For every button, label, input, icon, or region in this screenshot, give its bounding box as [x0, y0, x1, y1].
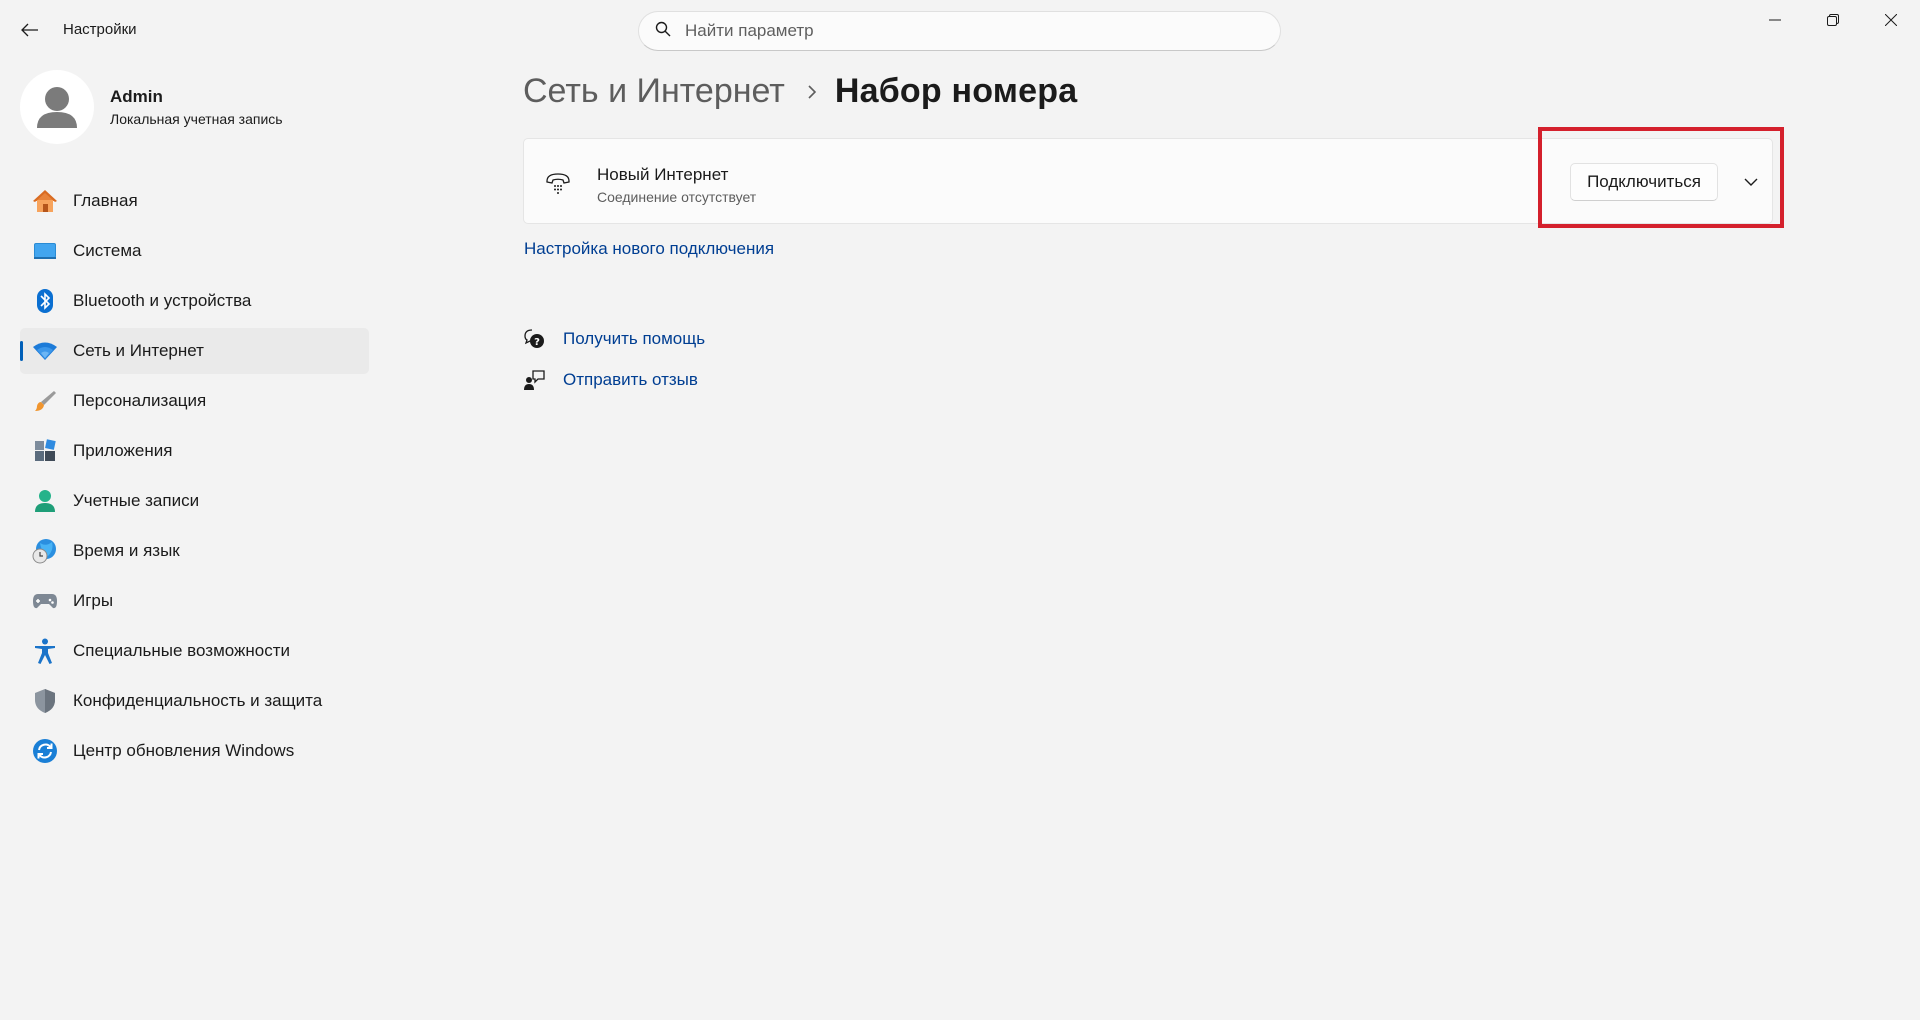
sidebar-item-accessibility[interactable]: Специальные возможности — [20, 628, 369, 674]
breadcrumb: Сеть и Интернет Набор номера — [523, 72, 1077, 111]
sidebar-item-label: Учетные записи — [73, 491, 200, 510]
get-help-link[interactable]: ? Получить помощь — [523, 328, 705, 350]
user-profile[interactable]: Admin Локальная учетная запись — [20, 70, 283, 144]
paintbrush-icon — [32, 388, 58, 414]
sidebar-item-personalization[interactable]: Персонализация — [20, 378, 369, 424]
profile-account-type: Локальная учетная запись — [110, 111, 283, 127]
page-title: Набор номера — [834, 72, 1078, 110]
restore-button[interactable] — [1804, 0, 1862, 40]
search-box[interactable] — [638, 11, 1281, 51]
send-feedback-link[interactable]: Отправить отзыв — [523, 369, 698, 391]
feedback-icon — [523, 369, 545, 391]
connection-name: Новый Интернет — [597, 165, 729, 184]
connection-status: Соединение отсутствует — [597, 189, 757, 205]
connect-button[interactable]: Подключиться — [1570, 163, 1718, 201]
home-icon — [32, 188, 58, 214]
title-bar: Настройки — [0, 0, 1920, 60]
sidebar-item-apps[interactable]: Приложения — [20, 428, 369, 474]
dialup-connection-card[interactable]: Новый Интернет Соединение отсутствует По… — [523, 138, 1773, 224]
minimize-button[interactable] — [1746, 0, 1804, 40]
sidebar-item-label: Время и язык — [73, 541, 180, 560]
avatar — [20, 70, 94, 144]
sidebar-item-label: Персонализация — [73, 391, 207, 410]
search-icon — [655, 21, 671, 42]
gamepad-icon — [32, 588, 58, 614]
sidebar-item-accounts[interactable]: Учетные записи — [20, 478, 369, 524]
globe-clock-icon — [32, 538, 58, 564]
sidebar-item-system[interactable]: Система — [20, 228, 369, 274]
search-input[interactable] — [685, 21, 1245, 41]
get-help-label: Получить помощь — [563, 329, 706, 348]
bluetooth-icon — [32, 288, 58, 314]
shield-icon — [32, 688, 58, 714]
sidebar-item-label: Главная — [73, 191, 138, 210]
chevron-down-icon[interactable] — [1734, 165, 1768, 199]
sidebar-item-label: Сеть и Интернет — [73, 341, 204, 360]
sidebar-item-windows-update[interactable]: Центр обновления Windows — [20, 728, 369, 774]
app-title: Настройки — [63, 21, 137, 38]
chevron-right-icon — [807, 84, 817, 100]
sidebar-item-network[interactable]: Сеть и Интернет — [20, 328, 369, 374]
windows-update-icon — [32, 738, 58, 764]
profile-name: Admin — [110, 87, 163, 106]
sidebar-item-label: Bluetooth и устройства — [73, 291, 252, 310]
back-arrow-icon[interactable] — [18, 18, 42, 42]
help-chat-icon: ? — [523, 328, 545, 350]
sidebar-item-label: Конфиденциальность и защита — [73, 691, 323, 710]
apps-icon — [32, 438, 58, 464]
svg-text:?: ? — [534, 337, 540, 348]
wifi-network-icon — [32, 338, 58, 364]
sidebar-item-privacy[interactable]: Конфиденциальность и защита — [20, 678, 369, 724]
sidebar-item-home[interactable]: Главная — [20, 178, 369, 224]
sidebar-item-label: Специальные возможности — [73, 641, 291, 660]
sidebar-item-label: Система — [73, 241, 142, 260]
sidebar-item-label: Игры — [73, 591, 114, 610]
sidebar-nav: Главная Система Bluetooth и устройства С… — [20, 178, 369, 778]
account-person-icon — [32, 488, 58, 514]
close-button[interactable] — [1862, 0, 1920, 40]
sidebar-item-bluetooth[interactable]: Bluetooth и устройства — [20, 278, 369, 324]
send-feedback-label: Отправить отзыв — [563, 370, 698, 389]
sidebar-item-gaming[interactable]: Игры — [20, 578, 369, 624]
sidebar-item-label: Приложения — [73, 441, 173, 460]
dialup-phone-icon — [544, 169, 572, 197]
sidebar-item-time-language[interactable]: Время и язык — [20, 528, 369, 574]
breadcrumb-parent-link[interactable]: Сеть и Интернет — [523, 72, 785, 111]
sidebar-item-label: Центр обновления Windows — [73, 741, 295, 760]
new-connection-link[interactable]: Настройка нового подключения — [524, 239, 774, 259]
accessibility-icon — [32, 638, 58, 664]
system-display-icon — [32, 238, 58, 264]
